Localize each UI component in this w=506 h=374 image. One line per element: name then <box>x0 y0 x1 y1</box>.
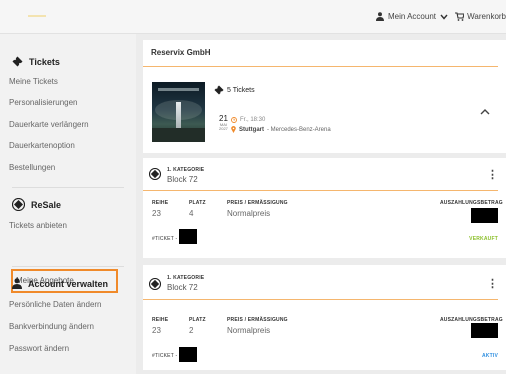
column-header-reihe: REIHE <box>152 317 169 323</box>
cart-link[interactable]: Warenkorb <box>455 12 506 21</box>
column-header-platz: PLATZ <box>189 200 206 206</box>
user-icon <box>375 12 384 21</box>
sidebar-item-bestellungen[interactable]: Bestellungen <box>9 163 55 172</box>
redacted-ticket-number <box>179 229 197 244</box>
ticket-card: 1. KATEGORIE Block 72 ⋮ REIHE PLATZ PREI… <box>143 265 506 370</box>
account-menu[interactable]: Mein Account <box>375 12 448 21</box>
accent-divider <box>143 299 498 300</box>
more-options-icon[interactable]: ⋮ <box>487 168 498 181</box>
chevron-up-icon[interactable] <box>480 108 490 115</box>
ticket-block: Block 72 <box>167 175 198 184</box>
sidebar-item-dauerkarte-verlaengern[interactable]: Dauerkarte verlängern <box>9 120 89 129</box>
resale-icon <box>12 198 25 211</box>
ticket-platz: 4 <box>189 209 194 218</box>
accent-divider <box>143 190 498 191</box>
sidebar-item-dauerkartenoption[interactable]: Dauerkartenoption <box>9 141 75 150</box>
column-header-preis: PREIS / ERMÄSSIGUNG <box>227 317 288 323</box>
sidebar-heading-tickets: Tickets <box>12 56 60 67</box>
sidebar-divider <box>12 187 124 188</box>
status-badge: VERKAUFT <box>469 236 498 242</box>
ticket-preis: Normalpreis <box>227 209 271 218</box>
ticket-label: #TICKET - <box>152 353 178 359</box>
sidebar-heading-account: Account verwalten <box>12 278 108 289</box>
cart-label: Warenkorb <box>467 12 506 21</box>
event-date: 21 MAI 2027 <box>219 115 228 131</box>
ticket-platz: 2 <box>189 326 194 335</box>
redacted-amount <box>471 323 498 338</box>
sidebar-item-personalisierungen[interactable]: Personalisierungen <box>9 98 78 107</box>
ticket-reihe: 23 <box>152 209 161 218</box>
top-bar: Mein Account Warenkorb <box>0 0 506 34</box>
redacted-ticket-number <box>179 347 197 362</box>
sidebar-item-persoenliche-daten[interactable]: Persönliche Daten ändern <box>9 300 102 309</box>
ticket-category: 1. KATEGORIE <box>167 275 205 281</box>
sidebar-divider <box>12 266 124 267</box>
sidebar-item-meine-tickets[interactable]: Meine Tickets <box>9 77 58 86</box>
column-header-platz: PLATZ <box>189 317 206 323</box>
location-pin-icon <box>231 126 236 133</box>
chevron-down-icon <box>440 14 448 20</box>
ticket-category: 1. KATEGORIE <box>167 167 205 173</box>
logo[interactable] <box>28 15 46 17</box>
resale-icon <box>149 168 161 180</box>
more-options-icon[interactable]: ⋮ <box>487 277 498 290</box>
resale-icon <box>149 278 161 290</box>
event-time: Fr., 18:30 <box>231 117 265 123</box>
clock-icon <box>231 117 237 123</box>
sidebar-item-bankverbindung[interactable]: Bankverbindung ändern <box>9 322 94 331</box>
ticket-preis: Normalpreis <box>227 326 271 335</box>
cart-icon <box>455 12 465 21</box>
ticket-reihe: 23 <box>152 326 161 335</box>
column-header-auszahlung: AUSZAHLUNGSBETRAG <box>440 200 503 206</box>
event-city: Stuttgart <box>239 126 264 133</box>
event-location: Stuttgart - Mercedes-Benz-Arena <box>231 126 331 133</box>
organizer-name: Reservix GmbH <box>151 48 211 57</box>
sidebar-item-tickets-anbieten[interactable]: Tickets anbieten <box>9 221 67 230</box>
event-card: Reservix GmbH 5 Tickets 21 MAI 2027 Fr.,… <box>143 40 506 153</box>
event-year: 2027 <box>219 126 228 131</box>
ticket-label: #TICKET - <box>152 236 178 242</box>
status-badge: AKTIV <box>482 353 498 359</box>
event-venue: - Mercedes-Benz-Arena <box>267 126 331 133</box>
column-header-reihe: REIHE <box>152 200 169 206</box>
account-label: Mein Account <box>387 12 436 21</box>
ticket-icon <box>12 56 23 67</box>
user-icon <box>12 278 22 289</box>
ticket-count: 5 Tickets <box>214 85 255 95</box>
ticket-block: Block 72 <box>167 283 198 292</box>
event-image <box>152 82 205 142</box>
ticket-card: 1. KATEGORIE Block 72 ⋮ REIHE PLATZ PREI… <box>143 158 506 258</box>
sidebar: Tickets Meine Tickets Personalisierungen… <box>0 34 136 374</box>
accent-divider <box>143 66 498 67</box>
ticket-icon <box>214 85 224 95</box>
column-header-preis: PREIS / ERMÄSSIGUNG <box>227 200 288 206</box>
sidebar-item-passwort[interactable]: Passwort ändern <box>9 344 69 353</box>
sidebar-heading-resale: ReSale <box>12 198 61 211</box>
redacted-amount <box>471 208 498 223</box>
